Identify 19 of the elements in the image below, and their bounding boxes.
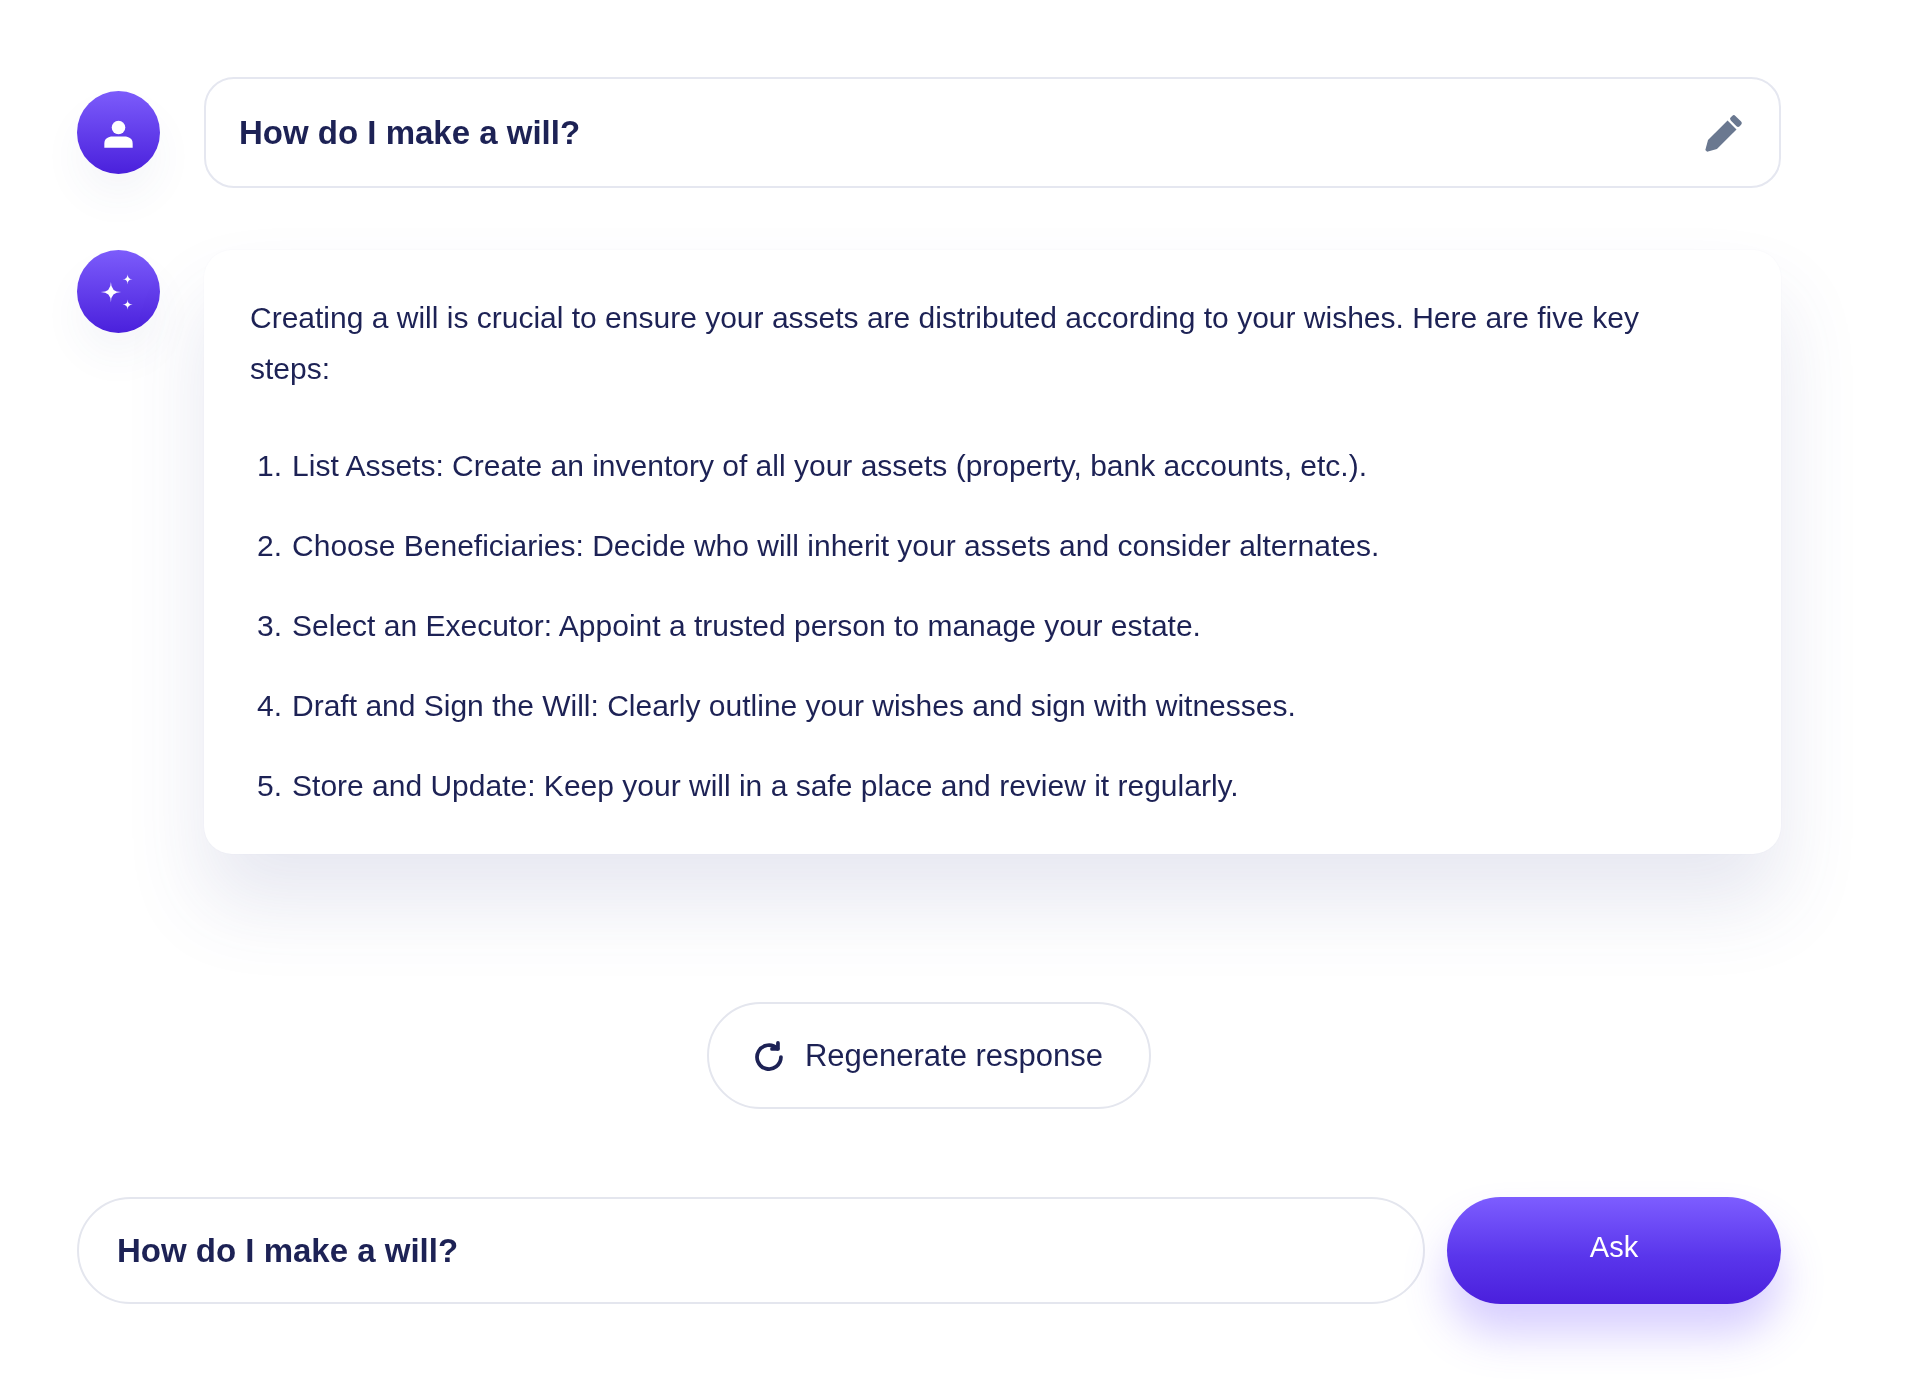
step-number: 1. (257, 448, 283, 484)
message-text: How do I make a will? (239, 113, 581, 152)
person-avatar-icon (77, 91, 160, 174)
step-text: Store and Update: Keep your will in a safe place and review it regularly. (292, 768, 1239, 804)
ask-button[interactable]: Ask (1447, 1197, 1781, 1304)
pencil-icon[interactable] (1705, 113, 1743, 152)
refresh-icon (754, 1040, 783, 1071)
step-text: List Assets: Create an inventory of all your assets (property, bank accounts, etc.). (292, 448, 1367, 484)
step-text: Choose Beneficiaries: Decide who will inherit your assets and consider alternates. (292, 528, 1380, 564)
question-input[interactable]: How do I make a will? (77, 1197, 1425, 1304)
step-number: 5. (257, 768, 283, 804)
step-number: 3. (257, 608, 283, 644)
step-number: 4. (257, 688, 283, 724)
answer-intro: Creating a will is crucial to ensure your assets are distributed according to your wishes. Here are five key steps: (250, 300, 1640, 387)
step-number: 2. (257, 528, 283, 564)
step-text: Select an Executor: Appoint a trusted person to manage your estate. (292, 608, 1201, 644)
step-text: Draft and Sign the Will: Clearly outline your wishes and sign with witnesses. (292, 688, 1296, 724)
regenerate-button[interactable]: Regenerate response (707, 1002, 1151, 1109)
sparkle-avatar-icon (77, 250, 160, 333)
